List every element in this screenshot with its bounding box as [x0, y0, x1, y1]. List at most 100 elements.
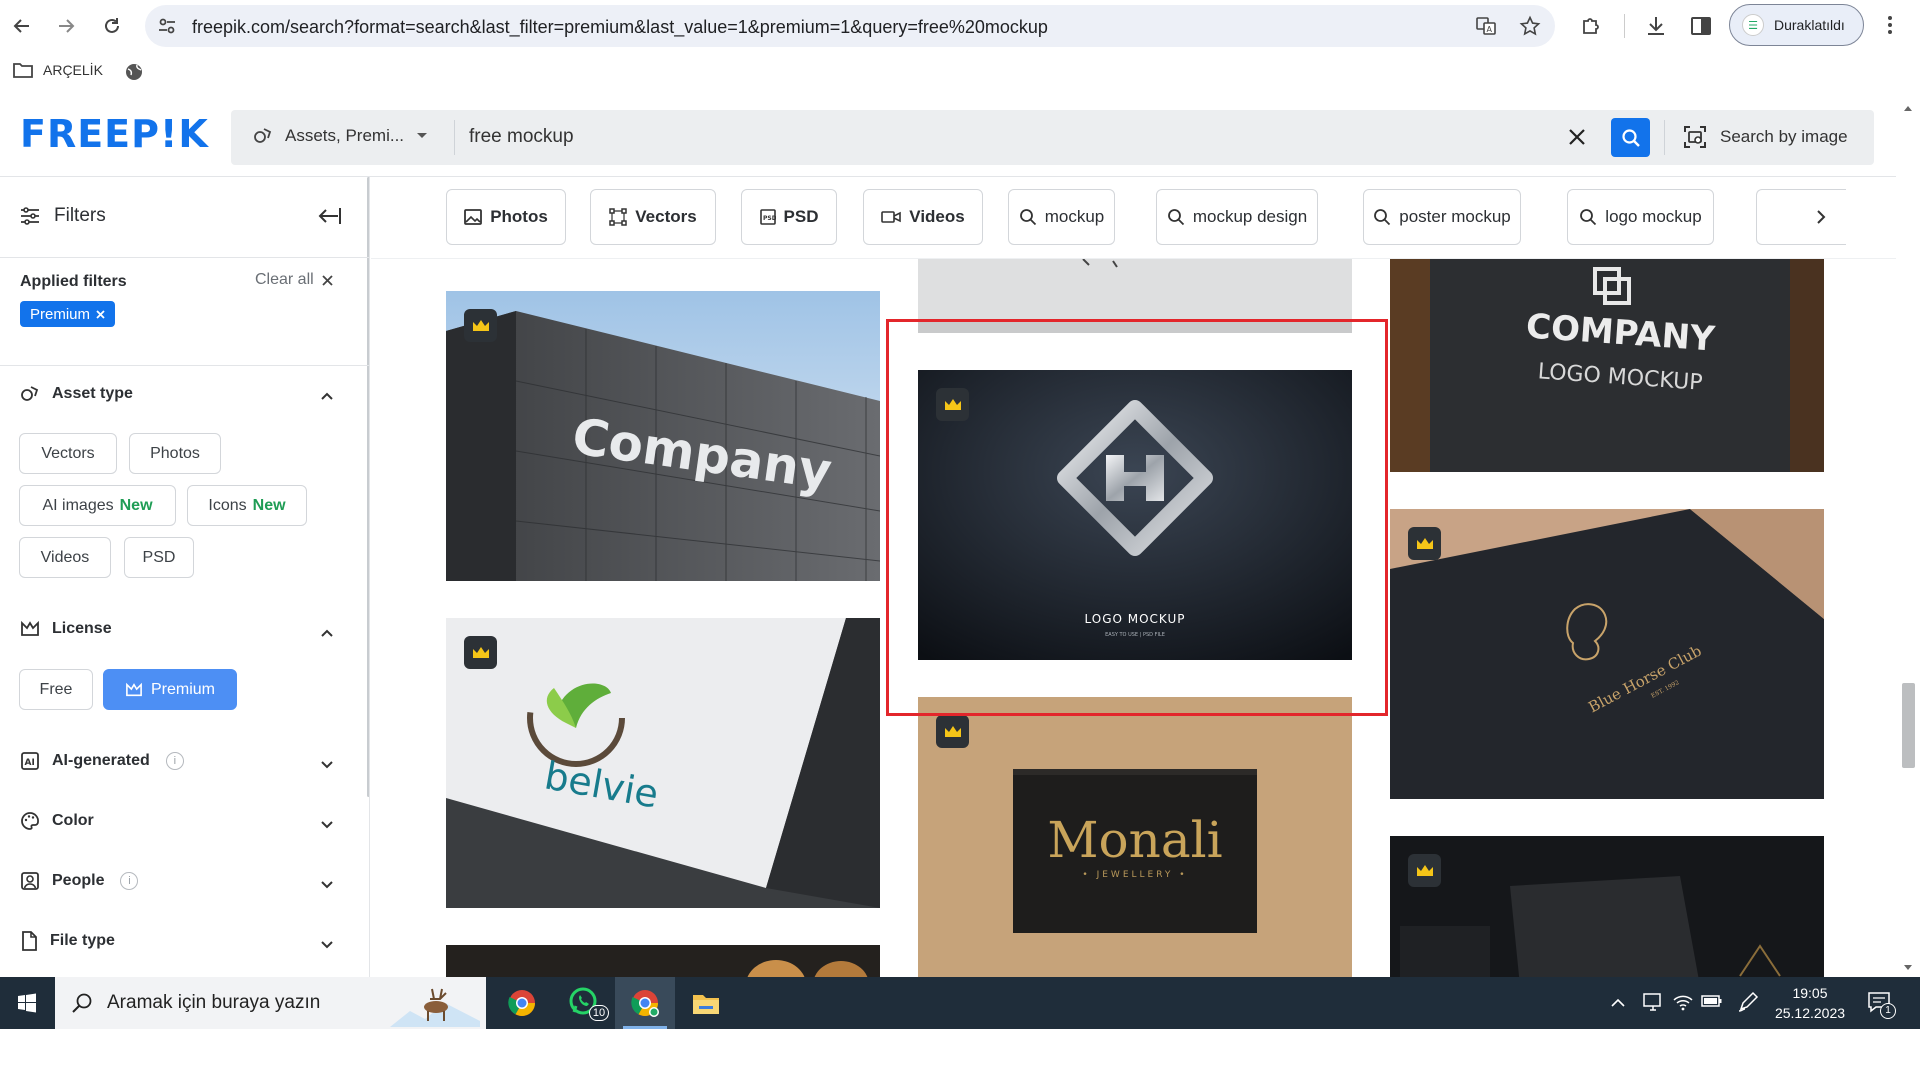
result-card-partial[interactable] [446, 945, 880, 977]
tag-photos[interactable]: Photos [129, 433, 221, 474]
scroll-up-arrow-icon[interactable] [1903, 104, 1913, 112]
result-card-paper-top[interactable] [918, 259, 1352, 333]
section-ai-generated[interactable]: AI AI-generated i [20, 751, 184, 771]
clock-date: 25.12.2023 [1774, 1005, 1846, 1021]
dark-stationery-image [1390, 836, 1824, 977]
person-icon [21, 872, 39, 890]
section-people-title: People [52, 872, 105, 889]
chip-logo-mockup[interactable]: logo mockup [1567, 189, 1714, 245]
tag-psd[interactable]: PSD [124, 537, 194, 578]
chevron-up-icon[interactable] [320, 391, 334, 401]
chip-vectors[interactable]: Vectors [590, 189, 716, 245]
taskbar-clock[interactable]: 19:05 25.12.2023 [1770, 983, 1850, 1023]
assets-dropdown[interactable]: Assets, Premi... [253, 126, 428, 146]
tray-overflow-chevron-icon[interactable] [1610, 998, 1626, 1008]
taskbar-whatsapp[interactable]: 10 [555, 977, 615, 1029]
result-card-company-building[interactable]: Company [446, 291, 880, 581]
page-scrollbar[interactable] [1896, 100, 1920, 977]
collapse-sidebar-icon[interactable] [316, 205, 342, 227]
applied-chip-label: Premium [30, 305, 91, 323]
result-card-company-logo[interactable]: COMPANY LOGO MOCKUP [1390, 259, 1824, 472]
chip-mockup[interactable]: mockup [1008, 189, 1115, 245]
section-file-type[interactable]: File type [20, 931, 115, 951]
section-people[interactable]: People i [20, 871, 139, 891]
forward-button[interactable] [50, 10, 82, 42]
back-button[interactable] [6, 10, 38, 42]
tag-videos[interactable]: Videos [19, 537, 111, 578]
company-building-image: Company [446, 291, 880, 581]
result-card-belvie[interactable]: belvie [446, 618, 880, 908]
bookmark-star-icon[interactable] [1519, 15, 1541, 37]
notification-center-button[interactable]: 1 [1866, 989, 1896, 1019]
download-icon[interactable] [1643, 13, 1669, 39]
tray-device-icon[interactable] [1642, 992, 1664, 1012]
bookmark-folder-label: ARÇELİK [43, 62, 103, 78]
chip-videos[interactable]: Videos [863, 189, 983, 245]
premium-crown-badge [936, 715, 969, 748]
chip-poster-mockup[interactable]: poster mockup [1363, 189, 1521, 245]
image-search-icon [1684, 126, 1706, 148]
chevron-down-icon[interactable] [320, 940, 334, 950]
chevron-down-icon[interactable] [320, 820, 334, 830]
chip-mockup-design[interactable]: mockup design [1156, 189, 1318, 245]
result-card-monali[interactable]: Monali • JEWELLERY • [918, 697, 1352, 977]
section-license[interactable]: License [20, 620, 112, 638]
taskbar-chrome[interactable] [492, 977, 552, 1029]
info-icon[interactable]: i [165, 752, 184, 770]
search-by-image-button[interactable]: Search by image [1682, 124, 1848, 150]
tag-vectors[interactable]: Vectors [19, 433, 117, 474]
tag-ai-images[interactable]: AI images New [19, 485, 176, 526]
bookmark-folder-arcelik[interactable]: ARÇELİK [12, 61, 103, 79]
result-card-logo-mockup[interactable]: LOGO MOCKUP EASY TO USE | PSD FILE [918, 370, 1352, 660]
battery-icon[interactable] [1701, 994, 1723, 1008]
translate-icon[interactable]: A [1475, 15, 1497, 37]
section-color[interactable]: Color [20, 811, 94, 831]
result-card-dark-stationery[interactable] [1390, 836, 1824, 977]
clear-all-button[interactable]: Clear all [255, 271, 333, 289]
chevron-down-icon[interactable] [320, 880, 334, 890]
result-card-blue-horse[interactable]: Blue Horse Club EST. 1992 [1390, 509, 1824, 799]
freepik-logo[interactable]: FREEP!K [20, 112, 209, 156]
search-input[interactable]: free mockup [469, 126, 574, 148]
globe-icon[interactable] [124, 62, 144, 82]
remove-chip-icon[interactable] [96, 309, 105, 319]
page-scrollbar-thumb[interactable] [1902, 683, 1915, 768]
filters-title: Filters [20, 205, 106, 227]
tag-premium[interactable]: Premium [103, 669, 237, 710]
url-text[interactable]: freepik.com/search?format=search&last_fi… [192, 17, 1048, 38]
chrome-menu-icon[interactable] [1880, 12, 1900, 38]
crown-icon [944, 398, 961, 410]
side-panel-icon[interactable] [1688, 13, 1714, 39]
info-icon[interactable]: i [120, 872, 139, 890]
search-icon [1167, 209, 1184, 226]
clear-search-icon[interactable] [1566, 126, 1588, 148]
pen-icon[interactable] [1737, 991, 1759, 1013]
search-button[interactable] [1611, 118, 1650, 157]
taskbar-chrome-active[interactable] [615, 977, 675, 1029]
scroll-down-arrow-icon[interactable] [1903, 964, 1913, 972]
system-tray [1610, 977, 1626, 1029]
premium-crown-badge [936, 388, 969, 421]
chip-psd[interactable]: PSD PSD [741, 189, 837, 245]
applied-chip-premium[interactable]: Premium [20, 301, 116, 327]
section-asset-type[interactable]: Asset type [20, 384, 133, 404]
profile-button[interactable]: ☰ Duraklatıldı [1729, 4, 1864, 46]
tag-icons[interactable]: Icons New [187, 485, 307, 526]
chip-photos[interactable]: Photos [446, 189, 566, 245]
chip-mockup-label: mockup [1044, 207, 1105, 226]
taskbar-file-explorer[interactable] [676, 977, 736, 1029]
start-button[interactable] [0, 977, 54, 1029]
tag-free[interactable]: Free [19, 669, 93, 710]
chips-next-button[interactable] [1756, 189, 1846, 245]
chevron-up-icon[interactable] [320, 628, 334, 638]
extensions-puzzle-icon[interactable] [1578, 13, 1604, 39]
address-bar[interactable]: freepik.com/search?format=search&last_fi… [145, 5, 1555, 47]
section-ai-generated-title: AI-generated [52, 752, 150, 769]
crown-icon [944, 725, 961, 737]
reload-button[interactable] [96, 10, 128, 42]
taskbar-search-box[interactable]: Aramak için buraya yazın [55, 977, 486, 1029]
wifi-icon[interactable] [1672, 993, 1694, 1011]
chrome-logo-icon [508, 990, 536, 1017]
site-settings-icon[interactable] [157, 16, 177, 36]
chevron-down-icon[interactable] [320, 760, 334, 770]
